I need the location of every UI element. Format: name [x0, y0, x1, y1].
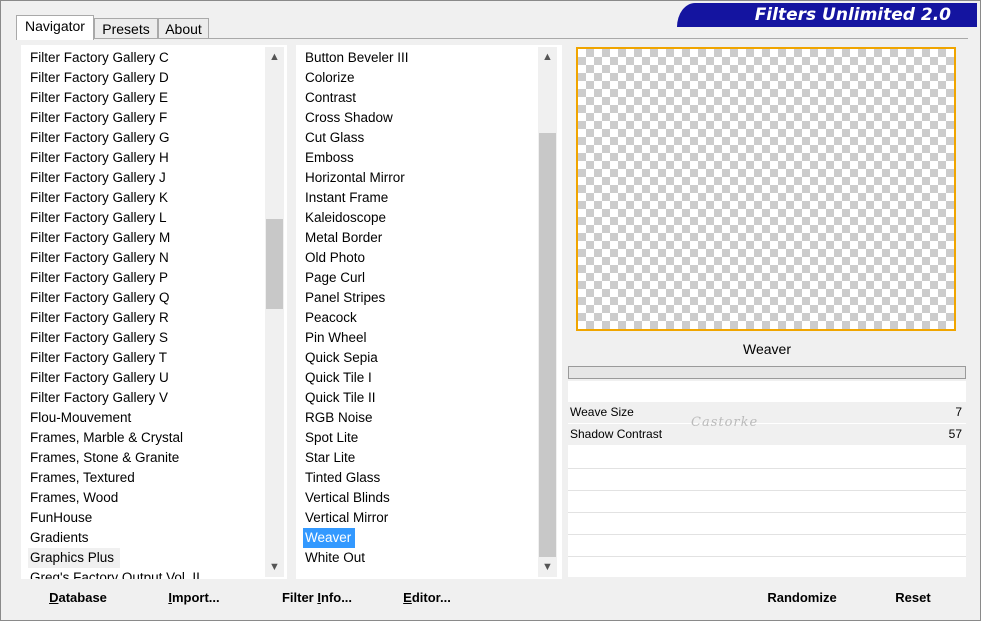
reset-button[interactable]: Reset — [884, 582, 942, 614]
list-item[interactable]: Peacock — [303, 308, 539, 328]
list-item[interactable]: Flou-Mouvement — [28, 408, 264, 428]
filter-list[interactable]: Button Beveler III Colorize Contrast Cross … — [303, 48, 539, 579]
filter-scrollbar[interactable]: ▲ ▼ — [538, 47, 557, 577]
app-banner: Filters Unlimited 2.0 — [677, 3, 977, 27]
list-item[interactable]: Kaleidoscope — [303, 208, 539, 228]
list-item[interactable]: Filter Factory Gallery H — [28, 148, 264, 168]
list-item[interactable]: Old Photo — [303, 248, 539, 268]
list-item[interactable]: Greg's Factory Output Vol. II — [28, 568, 264, 579]
list-item[interactable]: Filter Factory Gallery S — [28, 328, 264, 348]
selected-filter-name: Weaver — [568, 335, 966, 363]
param-label: Weave Size — [570, 405, 634, 419]
database-button[interactable]: Database — [35, 582, 121, 614]
param-value: 7 — [955, 405, 962, 419]
randomize-button[interactable]: Randomize — [758, 582, 846, 614]
filter-info-button[interactable]: Filter Info... — [267, 582, 367, 614]
list-item[interactable]: Filter Factory Gallery P — [28, 268, 264, 288]
filter-panel: Button Beveler III Colorize Contrast Cross … — [296, 45, 562, 579]
list-item[interactable]: Filter Factory Gallery R — [28, 308, 264, 328]
param-slot-divider — [568, 534, 966, 535]
param-slot-divider — [568, 512, 966, 513]
list-item[interactable]: Filter Factory Gallery C — [28, 48, 264, 68]
list-item[interactable]: FunHouse — [28, 508, 264, 528]
scroll-up-icon[interactable]: ▲ — [538, 47, 557, 67]
list-item[interactable]: Filter Factory Gallery T — [28, 348, 264, 368]
list-item[interactable]: Filter Factory Gallery M — [28, 228, 264, 248]
category-list[interactable]: Filter Factory Gallery C Filter Factory G… — [28, 48, 264, 579]
list-item[interactable]: Quick Sepia — [303, 348, 539, 368]
list-item[interactable]: Horizontal Mirror — [303, 168, 539, 188]
list-item[interactable]: Filter Factory Gallery J — [28, 168, 264, 188]
list-item[interactable]: Filter Factory Gallery G — [28, 128, 264, 148]
filters-unlimited-window: Filters Unlimited 2.0 Navigator Presets … — [0, 0, 981, 621]
list-item[interactable]: Frames, Stone & Granite — [28, 448, 264, 468]
list-item[interactable]: Vertical Mirror — [303, 508, 539, 528]
watermark-logo: Castorke — [691, 415, 759, 430]
scroll-up-icon[interactable]: ▲ — [265, 47, 284, 67]
list-item[interactable]: Frames, Marble & Crystal — [28, 428, 264, 448]
list-item[interactable]: Vertical Blinds — [303, 488, 539, 508]
list-item[interactable]: Emboss — [303, 148, 539, 168]
list-item[interactable]: Weaver — [303, 528, 356, 548]
list-item[interactable]: Star Lite — [303, 448, 539, 468]
list-item[interactable]: Page Curl — [303, 268, 539, 288]
list-item[interactable]: Filter Factory Gallery U — [28, 368, 264, 388]
param-slot-divider — [568, 468, 966, 469]
param-slot-divider — [568, 556, 966, 557]
list-item[interactable]: Frames, Textured — [28, 468, 264, 488]
list-item[interactable]: Filter Factory Gallery N — [28, 248, 264, 268]
list-item[interactable]: Filter Factory Gallery F — [28, 108, 264, 128]
param-slot-divider — [568, 490, 966, 491]
param-weave-size[interactable]: Weave Size 7 — [568, 402, 966, 423]
left-button-bar: Database Import... Filter Info... Editor… — [21, 582, 562, 614]
scroll-down-icon[interactable]: ▼ — [538, 557, 557, 577]
list-item[interactable]: Cross Shadow — [303, 108, 539, 128]
list-item[interactable]: Instant Frame — [303, 188, 539, 208]
param-value: 57 — [948, 427, 962, 441]
list-item[interactable]: Filter Factory Gallery V — [28, 388, 264, 408]
list-item[interactable]: Filter Factory Gallery D — [28, 68, 264, 88]
list-item[interactable]: Filter Factory Gallery L — [28, 208, 264, 228]
list-item[interactable]: Filter Factory Gallery E — [28, 88, 264, 108]
tab-presets[interactable]: Presets — [94, 18, 158, 39]
list-item[interactable]: RGB Noise — [303, 408, 539, 428]
preview-canvas[interactable] — [576, 47, 956, 331]
category-scrollbar[interactable]: ▲ ▼ — [265, 47, 284, 577]
list-item[interactable]: Contrast — [303, 88, 539, 108]
list-item[interactable]: Cut Glass — [303, 128, 539, 148]
parameter-panel: Weave Size 7 Shadow Contrast 57 — [568, 381, 966, 577]
tab-about[interactable]: About — [158, 18, 209, 39]
tab-divider — [16, 38, 968, 39]
category-scroll-thumb[interactable] — [266, 219, 283, 309]
list-item[interactable]: Button Beveler III — [303, 48, 539, 68]
list-item[interactable]: Spot Lite — [303, 428, 539, 448]
list-item[interactable]: Panel Stripes — [303, 288, 539, 308]
right-button-bar: Randomize Reset — [568, 582, 966, 614]
list-item[interactable]: Frames, Wood — [28, 488, 264, 508]
list-item[interactable]: Graphics Plus — [28, 548, 121, 568]
param-shadow-contrast[interactable]: Shadow Contrast 57 — [568, 424, 966, 445]
list-item[interactable]: Pin Wheel — [303, 328, 539, 348]
list-item[interactable]: Quick Tile I — [303, 368, 539, 388]
list-item[interactable]: Colorize — [303, 68, 539, 88]
import-button[interactable]: Import... — [151, 582, 237, 614]
scroll-down-icon[interactable]: ▼ — [265, 557, 284, 577]
editor-button[interactable]: Editor... — [387, 582, 467, 614]
list-item[interactable]: White Out — [303, 548, 539, 568]
filter-scroll-thumb[interactable] — [539, 133, 556, 557]
list-item[interactable]: Filter Factory Gallery Q — [28, 288, 264, 308]
list-item[interactable]: Tinted Glass — [303, 468, 539, 488]
tab-navigator[interactable]: Navigator — [16, 15, 94, 40]
list-item[interactable]: Quick Tile II — [303, 388, 539, 408]
list-item[interactable]: Metal Border — [303, 228, 539, 248]
param-label: Shadow Contrast — [570, 427, 663, 441]
progress-bar — [568, 366, 966, 379]
category-panel: Filter Factory Gallery C Filter Factory G… — [21, 45, 287, 579]
list-item[interactable]: Gradients — [28, 528, 264, 548]
list-item[interactable]: Filter Factory Gallery K — [28, 188, 264, 208]
